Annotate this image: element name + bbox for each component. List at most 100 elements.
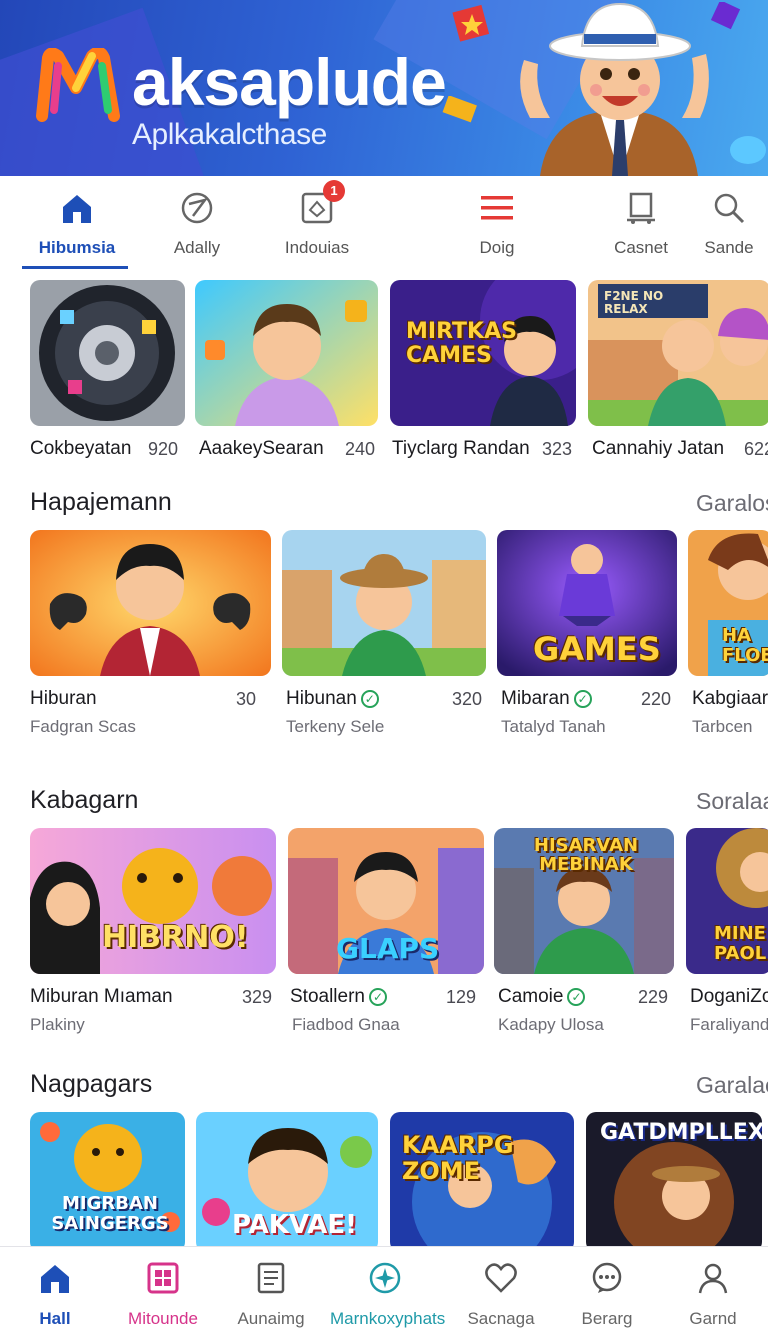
game-card[interactable]: AaakeySearan 240 <box>195 280 380 460</box>
tab-label: Adally <box>173 238 221 257</box>
game-thumbnail <box>282 530 486 676</box>
game-card[interactable]: Hiburan 30 Fadgran Scas <box>30 530 275 740</box>
thumbnail-title: MINE PAOL <box>714 923 767 964</box>
heart-icon <box>485 1263 517 1293</box>
top-navigation: Hibumsia Adally 1 Indouias Doig Casnet S… <box>0 176 768 272</box>
tab-sande[interactable]: Sande <box>674 190 768 258</box>
game-card[interactable]: GATDMPLLEX <box>586 1112 764 1246</box>
game-subtitle: Tatalyd Tanah <box>501 717 606 736</box>
game-card[interactable]: GLAPS Stoallern ✓ 129 Fiadbod Gnaa <box>288 828 486 1038</box>
game-thumbnail: MIRTKAS CAMES <box>390 280 576 426</box>
section-more-link[interactable]: Garalos <box>696 490 768 517</box>
nav-marnkoxyphats[interactable]: Marnkoxyphats <box>330 1261 446 1329</box>
app-title: aksaplude <box>132 45 447 119</box>
game-card[interactable]: Cokbeyatan 920 <box>30 280 190 460</box>
game-count: 240 <box>345 439 376 459</box>
game-subtitle: Fadgran Scas <box>30 717 136 736</box>
game-card[interactable]: HISARVAN MEBINAK Camoie ✓ 229 Kadapy Ulos… <box>494 828 678 1038</box>
game-name: Hibunan ✓ <box>286 688 379 710</box>
game-card[interactable]: PAKVAE! <box>196 1112 380 1246</box>
user-icon <box>698 1263 728 1294</box>
game-count: 129 <box>446 987 477 1007</box>
game-card[interactable]: HA FLOE Kabgiaar Tarbcen <box>688 530 768 740</box>
game-count: 320 <box>452 689 483 709</box>
app-logo-icon <box>36 48 120 122</box>
nav-label: Garnd <box>689 1309 737 1328</box>
nav-label: Sacnaga <box>467 1309 535 1328</box>
game-name: Miburan Mıaman <box>30 986 173 1007</box>
confetti-icon <box>730 136 766 164</box>
game-thumbnail <box>30 530 271 676</box>
home-icon <box>63 195 91 223</box>
nav-aunaimg[interactable]: Aunaimg <box>216 1261 326 1329</box>
tab-label: Doig <box>479 238 515 257</box>
section-title: Nagpagars <box>30 1070 153 1098</box>
game-name: Kabgiaar <box>692 688 768 709</box>
nav-berarg[interactable]: Berarg <box>552 1261 662 1329</box>
game-subtitle: Tarbcen <box>692 717 753 736</box>
game-thumbnail: PAKVAE! <box>196 1112 378 1246</box>
game-thumbnail: GAMES <box>497 530 677 676</box>
game-name: Cannahiy Jatan <box>592 438 725 459</box>
game-name: Stoallern ✓ <box>290 986 387 1008</box>
nav-label: Hall <box>39 1309 71 1328</box>
mascot-illustration <box>520 2 709 176</box>
nav-sacnaga[interactable]: Sacnaga <box>446 1261 556 1329</box>
game-subtitle: Terkeny Sele <box>286 717 385 736</box>
game-count: 622 <box>744 439 768 459</box>
thumbnail-title: GAMES <box>533 630 661 668</box>
content-feed[interactable]: Cokbeyatan 920 AaakeySearan 240 MIRTKAS … <box>0 272 768 1246</box>
thumbnail-title: HIBRNO! <box>102 920 249 955</box>
nav-hall[interactable]: Hall <box>0 1261 110 1329</box>
game-thumbnail <box>195 280 378 426</box>
section-title: Kabagarn <box>30 786 139 814</box>
app-subtitle: Aplkakalcthase <box>132 118 327 151</box>
cart-icon <box>627 192 655 224</box>
nav-label: Aunaimg <box>237 1309 305 1328</box>
game-card[interactable]: MIGRBAN SAINGERGS <box>30 1112 188 1246</box>
game-card[interactable]: F2NE NO RELAX Cannahiy Jatan 622 <box>588 280 768 460</box>
game-card[interactable]: KAARPG ZOME <box>390 1112 576 1246</box>
game-thumbnail: GLAPS <box>288 828 484 974</box>
tab-adally[interactable]: Adally <box>142 190 252 258</box>
game-subtitle: Plakiny <box>30 1015 85 1034</box>
bottom-navigation: Hall Mitounde Aunaimg Marnkoxyphats Sacn… <box>0 1246 768 1344</box>
game-thumbnail: MINE PAOL <box>686 828 768 974</box>
game-subtitle: Faraliyand <box>690 1015 768 1034</box>
game-card[interactable]: MIRTKAS CAMES Tiyclarg Randan 323 <box>390 280 580 460</box>
home-icon <box>41 1265 69 1293</box>
game-name: Hiburan <box>30 688 97 709</box>
game-card[interactable]: MINE PAOL DoganiZo Faraliyand <box>686 828 768 1038</box>
compass-icon <box>369 1262 401 1294</box>
section-more-link[interactable]: Soralaa <box>696 788 768 815</box>
thumbnail-title: HISARVAN MEBINAK <box>533 835 639 875</box>
nav-garnd[interactable]: Garnd <box>658 1261 768 1329</box>
game-count: 323 <box>542 439 573 459</box>
tab-doig[interactable]: Doig <box>442 190 552 258</box>
thumbnail-title: HA FLOE <box>722 625 768 666</box>
game-count: 329 <box>242 987 273 1007</box>
game-name: Tiyclarg Randan <box>392 438 530 459</box>
section-more-link[interactable]: Garalae <box>696 1072 768 1099</box>
thumbnail-title: MIRTKAS CAMES <box>406 319 517 368</box>
game-count: 220 <box>641 689 672 709</box>
game-thumbnail: KAARPG ZOME <box>390 1112 574 1246</box>
confetti-icon <box>452 4 490 42</box>
game-card[interactable]: Hibunan ✓ 320 Terkeny Sele <box>282 530 490 740</box>
game-card[interactable]: HIBRNO! Miburan Mıaman 329 Plakiny <box>30 828 280 1038</box>
nav-mitounde[interactable]: Mitounde <box>108 1261 218 1329</box>
tab-hibumsia[interactable]: Hibumsia <box>22 190 132 258</box>
game-name: Camoie ✓ <box>498 986 586 1008</box>
tab-indouias[interactable]: 1 Indouias <box>262 180 372 258</box>
search-icon <box>714 193 745 224</box>
game-count: 920 <box>148 439 179 459</box>
game-thumbnail: MIGRBAN SAINGERGS <box>30 1112 185 1246</box>
thumbnail-title: GATDMPLLEX <box>600 1120 762 1145</box>
tab-label: Indouias <box>284 238 350 257</box>
game-thumbnail: HA FLOE <box>688 530 768 676</box>
thumbnail-title: GLAPS <box>336 932 440 965</box>
game-card[interactable]: GAMES Mibaran ✓ 220 Tatalyd Tanah <box>497 530 681 740</box>
nav-label: Marnkoxyphats <box>330 1309 446 1328</box>
game-subtitle: Fiadbod Gnaa <box>292 1015 400 1034</box>
chat-icon <box>592 1262 622 1293</box>
